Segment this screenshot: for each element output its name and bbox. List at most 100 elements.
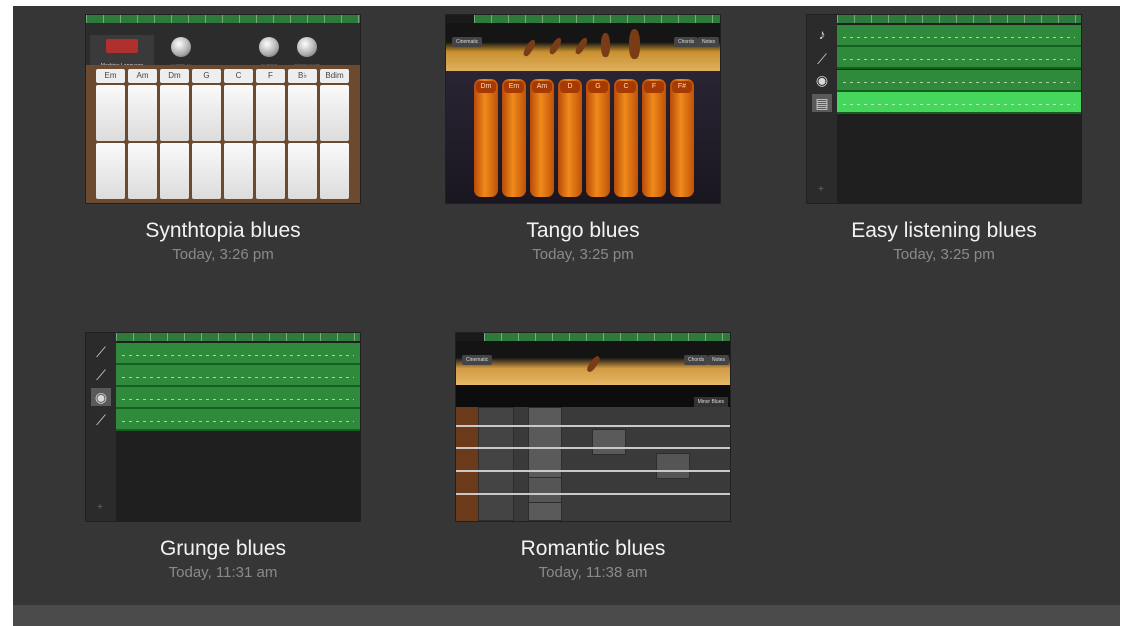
track-region [116, 409, 360, 431]
chord-label: Em [504, 81, 524, 93]
song-title: Synthtopia blues [145, 219, 301, 242]
track-region [116, 387, 360, 409]
chord-label: Dm [160, 69, 189, 83]
chord-strip: Am [128, 69, 157, 199]
track-region-selected [837, 92, 1081, 114]
chord-label: C [224, 69, 253, 83]
preset-label: Cinematic [462, 355, 493, 365]
track-region [116, 343, 360, 365]
timeline-ruler [86, 15, 360, 23]
chord-label: F# [672, 81, 692, 93]
string [456, 470, 730, 472]
preset-label: Cinematic [452, 37, 483, 47]
timeline-ruler [474, 15, 720, 23]
guitar-icon: ⟋ [96, 366, 106, 383]
chord-label: Dm [476, 81, 496, 93]
song-date: Today, 3:25 pm [893, 246, 995, 263]
drums-icon: ◉ [815, 71, 829, 88]
song-thumbnail[interactable]: Cinematic Chords Notes Minor Blues [456, 333, 730, 521]
chord-strips: Em Am Dm G C F B♭ Bdim [86, 65, 360, 203]
song-tile-tango[interactable]: Cinematic Chords Notes Dm Em Am D G C F … [446, 15, 720, 263]
string-stage: Cinematic Chords Notes [456, 341, 730, 385]
song-thumbnail[interactable]: ♪ ⟋ ◉ ▤ + [807, 15, 1081, 203]
cello-icon [601, 33, 610, 57]
chord-label: Am [128, 69, 157, 83]
piano-icon: ▤ [812, 94, 832, 112]
string [456, 447, 730, 449]
guitar-icon: ⟋ [817, 50, 827, 67]
chord-strip: F [256, 69, 285, 199]
song-browser: Machine Language AUTOPLAY CUTOFF RESONAN… [13, 6, 1120, 605]
bass-icon [629, 29, 640, 59]
stage-floor [456, 385, 730, 407]
chord-bar: D [558, 79, 582, 197]
song-date: Today, 11:38 am [538, 564, 648, 581]
chords-mode: Chords [674, 37, 699, 47]
timeline-ruler [484, 333, 730, 341]
song-date: Today, 3:25 pm [532, 246, 634, 263]
keyboard-icon: ♪ [818, 26, 826, 42]
song-title: Romantic blues [520, 537, 666, 560]
chord-strip: C [224, 69, 253, 199]
add-track-icon: + [97, 502, 103, 513]
bottom-toolbar [13, 605, 1120, 626]
chord-strip: B♭ [288, 69, 317, 199]
song-tile-easy-listening[interactable]: ♪ ⟋ ◉ ▤ + Easy listening blues Today, 3:… [807, 15, 1081, 263]
chord-strip: Em [96, 69, 125, 199]
violin-icon [585, 354, 602, 374]
chord-label: C [616, 81, 636, 93]
string [456, 425, 730, 427]
track-region [837, 47, 1081, 69]
drums-icon: ◉ [91, 388, 111, 406]
song-thumbnail[interactable]: Cinematic Chords Notes Dm Em Am D G C F … [446, 15, 720, 203]
chord-label: Em [96, 69, 125, 83]
autoplay-knob [171, 37, 191, 57]
song-thumbnail[interactable]: Machine Language AUTOPLAY CUTOFF RESONAN… [86, 15, 360, 203]
viola-icon [573, 36, 590, 56]
track-headers: ♪ ⟋ ◉ ▤ + [807, 15, 838, 203]
song-title: Tango blues [526, 219, 640, 242]
chord-bar: G [586, 79, 610, 197]
song-tile-synthtopia[interactable]: Machine Language AUTOPLAY CUTOFF RESONAN… [86, 15, 360, 263]
song-tile-romantic[interactable]: Cinematic Chords Notes Minor Blues Roman… [456, 333, 730, 581]
notes-mode: Notes [698, 37, 720, 47]
violin-icon [547, 36, 564, 56]
chord-label: D [560, 81, 580, 93]
guitar-icon: ⟋ [96, 343, 106, 360]
chord-bars: Dm Em Am D G C F F# [446, 71, 720, 203]
chord-strip: G [192, 69, 221, 199]
string-stage: Cinematic Chords Notes [446, 23, 720, 71]
timeline-ruler [837, 15, 1081, 23]
chord-label: G [588, 81, 608, 93]
chord-bar: Em [502, 79, 526, 197]
chord-bar: Dm [474, 79, 498, 197]
track-region [837, 70, 1081, 92]
song-date: Today, 11:31 am [168, 564, 278, 581]
chord-bar: F [642, 79, 666, 197]
chord-label: Am [532, 81, 552, 93]
track-headers: ⟋ ⟋ ◉ ⟋ + [86, 333, 117, 521]
add-track-icon: + [818, 184, 824, 195]
string [456, 493, 730, 495]
cutoff-knob [259, 37, 279, 57]
chord-strip: Bdim [320, 69, 349, 199]
chord-bar: C [614, 79, 638, 197]
song-title: Easy listening blues [851, 219, 1037, 242]
track-region [837, 25, 1081, 47]
song-thumbnail[interactable]: ⟋ ⟋ ◉ ⟋ + [86, 333, 360, 521]
chords-mode: Chords [684, 355, 709, 365]
chord-label: F [256, 69, 285, 83]
synth-keyboard-icon [106, 39, 138, 53]
song-title: Grunge blues [159, 537, 287, 560]
chord-label: G [192, 69, 221, 83]
song-date: Today, 3:26 pm [172, 246, 274, 263]
song-tile-grunge[interactable]: ⟋ ⟋ ◉ ⟋ + Grunge blues Today, 11:31 am [86, 333, 360, 581]
chord-strip: Dm [160, 69, 189, 199]
chord-label: B♭ [288, 69, 317, 83]
chord-bar: F# [670, 79, 694, 197]
scale-badge: Minor Blues [693, 397, 728, 407]
chord-label: F [644, 81, 664, 93]
chord-label: Bdim [320, 69, 349, 83]
violin-icon [521, 38, 538, 58]
notes-mode: Notes [708, 355, 730, 365]
